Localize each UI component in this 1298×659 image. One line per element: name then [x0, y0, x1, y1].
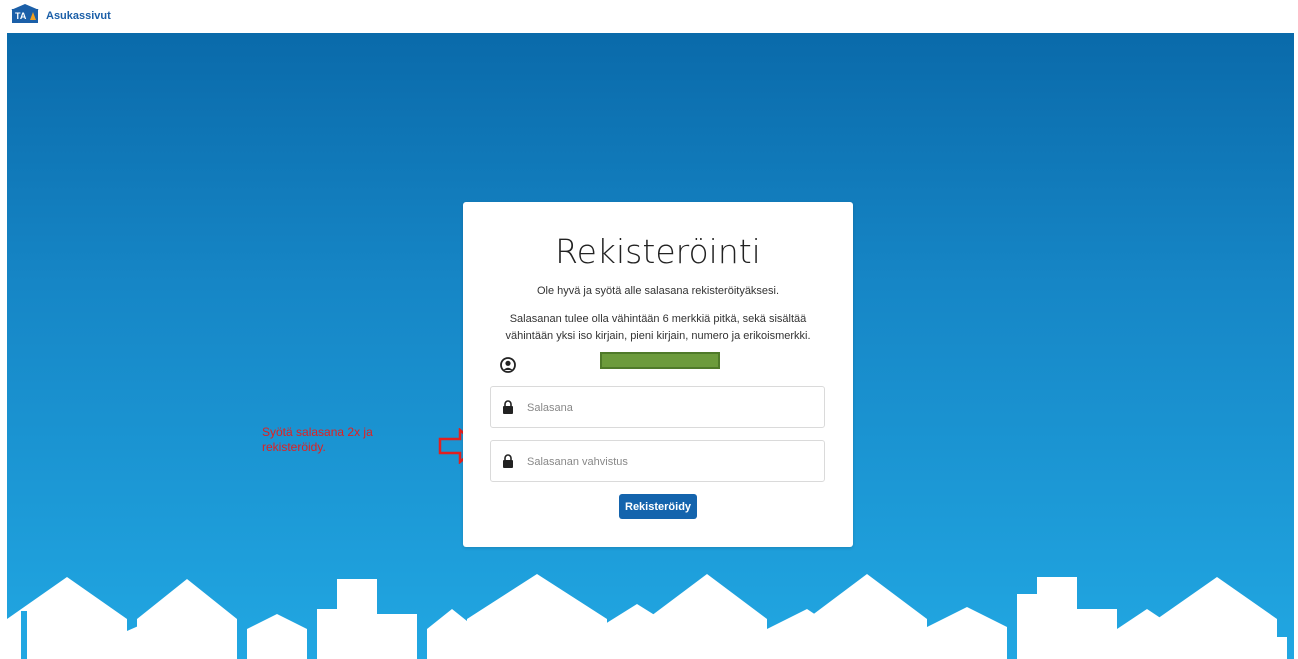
- annotation-line-1: Syötä salasana 2x ja: [262, 425, 373, 439]
- top-bar: TA Asukassivut: [0, 0, 1298, 33]
- password-rules-line-2: vähintään yksi iso kirjain, pieni kirjai…: [505, 330, 811, 342]
- brand-name: Asukassivut: [46, 10, 111, 22]
- page-title: Rekisteröinti: [555, 232, 761, 271]
- registration-card: Rekisteröinti Ole hyvä ja syötä alle sal…: [463, 202, 853, 547]
- lock-icon: [503, 400, 513, 414]
- logo-text: TA: [15, 11, 27, 21]
- logo-mark: TA: [11, 4, 39, 23]
- user-icon: [500, 357, 516, 373]
- logo[interactable]: TA Asukassivut: [11, 4, 111, 24]
- password-confirm-input[interactable]: [525, 451, 809, 473]
- password-rules-line-1: Salasanan tulee olla vähintään 6 merkkiä…: [509, 313, 807, 325]
- password-field[interactable]: [490, 386, 825, 428]
- register-button[interactable]: Rekisteröidy: [619, 494, 697, 519]
- house-skyline: [7, 574, 1287, 659]
- password-confirm-field[interactable]: [490, 440, 825, 482]
- password-rules: Salasanan tulee olla vähintään 6 merkkiä…: [493, 311, 823, 345]
- help-annotation: Syötä salasana 2x ja rekisteröidy.: [262, 425, 422, 455]
- intro-text: Ole hyvä ja syötä alle salasana rekister…: [536, 285, 780, 297]
- annotation-line-2: rekisteröidy.: [262, 440, 326, 454]
- password-input[interactable]: [525, 397, 809, 419]
- lock-icon: [503, 454, 513, 468]
- username-redacted: [600, 352, 720, 369]
